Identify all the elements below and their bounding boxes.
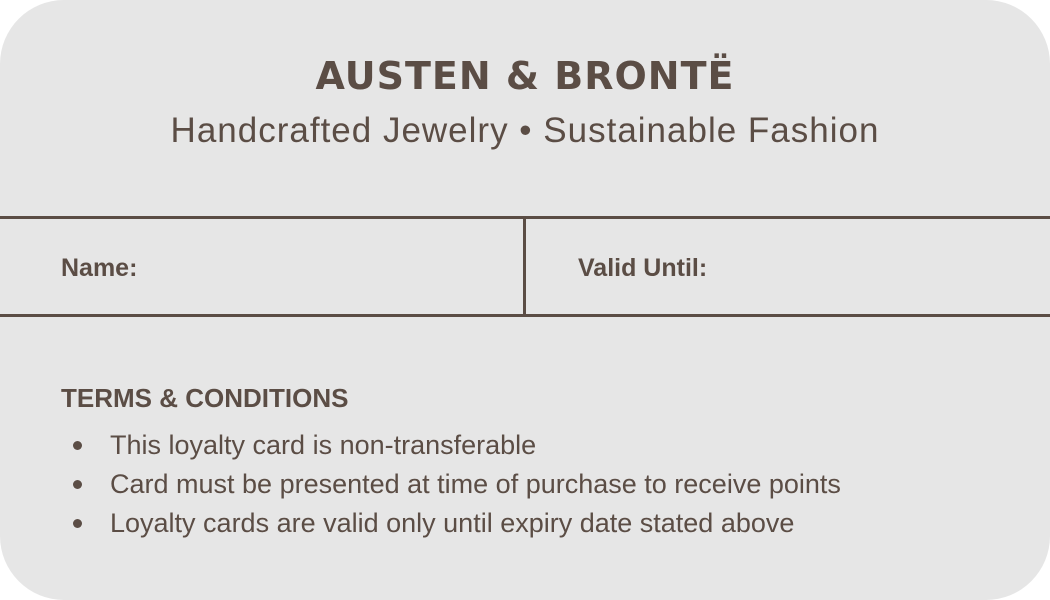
bullet-icon (73, 480, 82, 489)
brand-tagline: Handcrafted Jewelry • Sustainable Fashio… (170, 111, 880, 150)
loyalty-card: AUSTEN & BRONTË Handcrafted Jewelry • Su… (0, 0, 1050, 600)
terms-item-text: Card must be presented at time of purcha… (110, 469, 841, 499)
bullet-icon (73, 441, 82, 450)
terms-item: This loyalty card is non-transferable (61, 427, 1021, 466)
name-field-label: Name: (61, 254, 138, 282)
terms-heading: TERMS & CONDITIONS (61, 383, 349, 413)
field-divider (523, 219, 526, 314)
bullet-icon (73, 519, 82, 528)
terms-item: Card must be presented at time of purcha… (61, 466, 1021, 505)
terms-item-text: This loyalty card is non-transferable (110, 430, 537, 460)
valid-until-field-label: Valid Until: (578, 254, 708, 282)
bottom-rule (0, 314, 1050, 317)
terms-item: Loyalty cards are valid only until expir… (61, 505, 1021, 544)
terms-list: This loyalty card is non-transferable Ca… (61, 427, 1021, 544)
brand-name: AUSTEN & BRONTË (315, 54, 735, 98)
terms-item-text: Loyalty cards are valid only until expir… (110, 508, 795, 538)
